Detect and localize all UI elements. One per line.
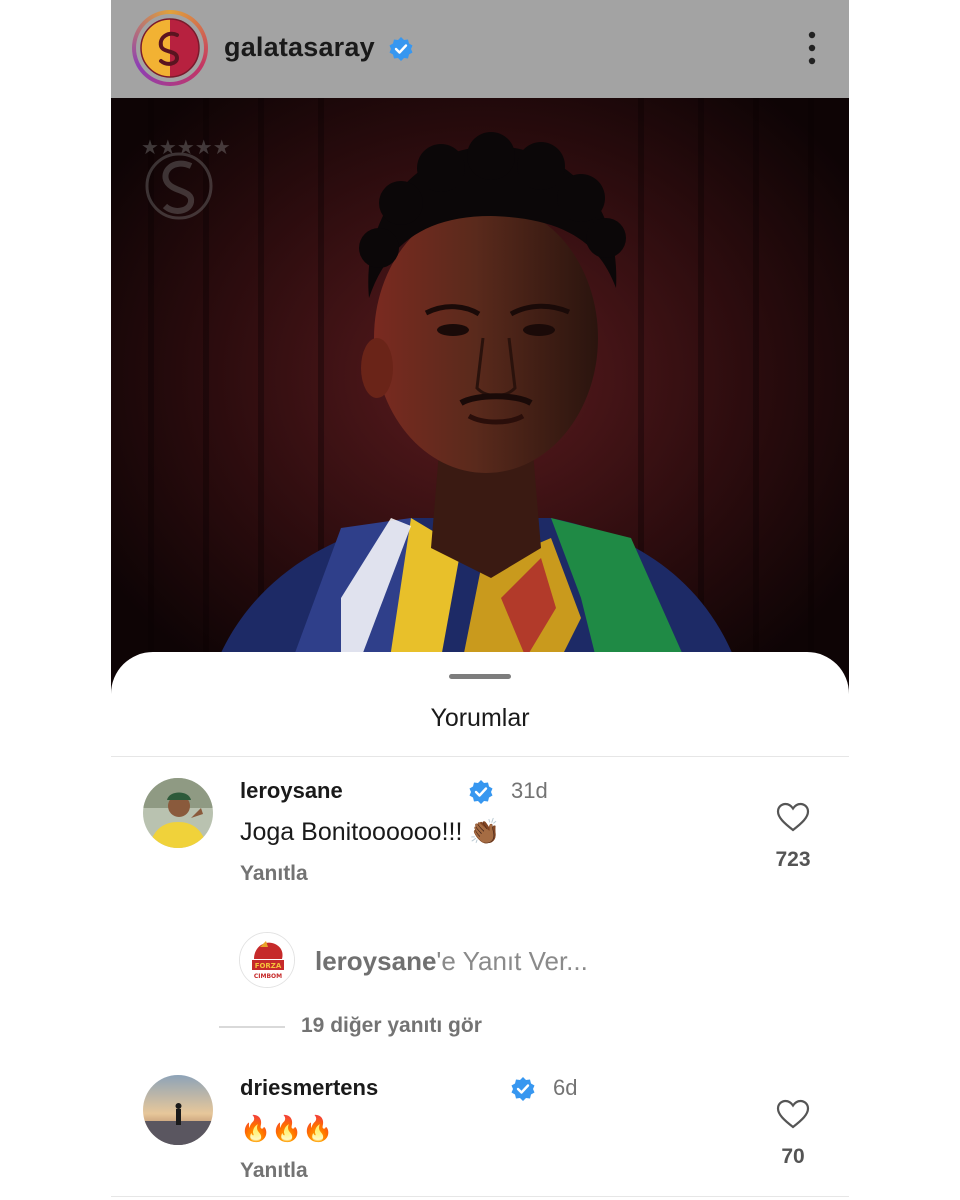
view-more-replies-label[interactable]: 19 diğer yanıtı gör <box>301 1014 482 1038</box>
commenter-avatar[interactable] <box>143 778 213 848</box>
sheet-drag-handle[interactable] <box>449 674 511 679</box>
screen: galatasaray ★★★★★ Yorumlar leroysane 31d… <box>0 0 960 1200</box>
svg-text:FORZA: FORZA <box>255 962 282 970</box>
divider <box>111 1196 849 1197</box>
profile-avatar[interactable] <box>132 10 208 86</box>
comment-time: 6d <box>553 1075 578 1100</box>
reply-input-placeholder[interactable]: leroysane'e Yanıt Ver... <box>315 946 588 977</box>
divider <box>111 756 849 757</box>
comment-item: leroysane 31d Joga Bonitoooooo!!! 👏🏾 Yan… <box>111 778 849 908</box>
verified-badge-icon <box>389 37 413 61</box>
comments-title: Yorumlar <box>430 704 530 732</box>
reply-button[interactable]: Yanıtla <box>240 862 308 886</box>
comment-item: driesmertens 6d 🔥🔥🔥 Yanıtla 70 <box>111 1075 849 1200</box>
reply-button[interactable]: Yanıtla <box>240 1159 308 1183</box>
like-count: 723 <box>775 848 811 871</box>
svg-text:★★★★★: ★★★★★ <box>141 135 231 159</box>
replies-indent-line <box>219 1026 285 1028</box>
comment-time: 31d <box>511 778 548 803</box>
svg-text:CIMBOM: CIMBOM <box>254 973 282 980</box>
forza-cimbom-logo-icon: FORZA CIMBOM <box>240 933 294 987</box>
verified-badge-icon <box>469 780 493 804</box>
heart-icon[interactable] <box>776 802 810 832</box>
current-user-avatar: FORZA CIMBOM <box>239 932 295 988</box>
comment-text: Joga Bonitoooooo!!! 👏🏾 <box>240 818 501 846</box>
post-photo-illustration: ★★★★★ <box>111 98 849 718</box>
comment-username[interactable]: leroysane <box>240 778 343 804</box>
reply-input-row[interactable]: FORZA CIMBOM leroysane'e Yanıt Ver... <box>111 932 849 990</box>
post-photo[interactable]: ★★★★★ <box>111 98 849 718</box>
verified-badge-icon <box>511 1077 535 1101</box>
galatasaray-logo-icon <box>140 18 200 78</box>
view-more-replies[interactable]: 19 diğer yanıtı gör <box>111 1012 849 1042</box>
comment-text: 🔥🔥🔥 <box>240 1115 334 1143</box>
like-count: 70 <box>781 1145 805 1168</box>
avatar-photo <box>143 1075 213 1145</box>
comment-username[interactable]: driesmertens <box>240 1075 378 1101</box>
instagram-post-view: galatasaray ★★★★★ Yorumlar leroysane 31d… <box>111 0 849 1200</box>
heart-icon[interactable] <box>776 1099 810 1129</box>
reply-target-user: leroysane <box>315 946 437 976</box>
avatar-photo <box>143 778 213 848</box>
commenter-avatar[interactable] <box>143 1075 213 1145</box>
header-username[interactable]: galatasaray <box>224 32 375 63</box>
post-header: galatasaray <box>111 0 849 98</box>
more-vertical-icon[interactable] <box>805 30 819 66</box>
avatar-inner <box>136 14 204 82</box>
reply-placeholder-suffix: 'e Yanıt Ver... <box>436 946 588 976</box>
